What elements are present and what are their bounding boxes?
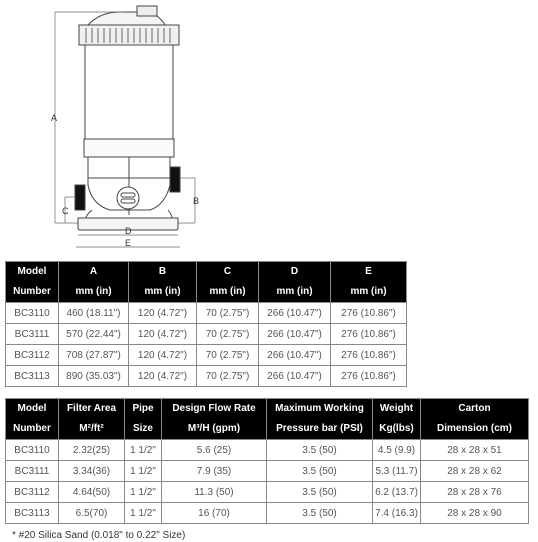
cell-model: BC3113 <box>5 365 59 387</box>
header-max-pressure: Maximum Working Pressure bar (PSI) <box>266 398 373 440</box>
cell-flow-rate: 16 (70) <box>161 502 267 524</box>
pressure-gauge-knob <box>136 5 158 17</box>
cell-c: 70 (2.75") <box>196 365 259 387</box>
table-row: BC3113 890 (35.03") 120 (4.72") 70 (2.75… <box>5 365 407 387</box>
header-filter-area: Filter Area M²/ft² <box>58 398 125 440</box>
cell-a: 890 (35.03") <box>58 365 129 387</box>
header-e: Emm (in) <box>330 261 407 303</box>
cell-max-pressure: 3.5 (50) <box>266 439 373 461</box>
table-row: BC3112 708 (27.87") 120 (4.72") 70 (2.75… <box>5 344 407 366</box>
tank-lower-band <box>83 138 175 158</box>
cell-b: 120 (4.72") <box>128 344 197 366</box>
cell-max-pressure: 3.5 (50) <box>266 460 373 482</box>
cell-max-pressure: 3.5 (50) <box>266 502 373 524</box>
cell-filter-area: 3.34(36) <box>58 460 125 482</box>
table-row: BC3110 460 (18.11") 120 (4.72") 70 (2.75… <box>5 302 407 324</box>
cell-e: 276 (10.86") <box>330 365 407 387</box>
table-row: BC3110 2.32(25) 1 1/2" 5.6 (25) 3.5 (50)… <box>5 439 529 461</box>
cell-model: BC3113 <box>5 502 59 524</box>
cell-flow-rate: 5.6 (25) <box>161 439 267 461</box>
cell-e: 276 (10.86") <box>330 302 407 324</box>
cell-flow-rate: 7.9 (35) <box>161 460 267 482</box>
cell-max-pressure: 3.5 (50) <box>266 481 373 503</box>
header-flow-rate: Design Flow Rate M³/H (gpm) <box>161 398 267 440</box>
dimension-label-b: B <box>193 196 199 206</box>
cell-model: BC3111 <box>5 323 59 345</box>
cell-weight: 5.3 (11.7) <box>372 460 421 482</box>
cell-flow-rate: 11.3 (50) <box>161 481 267 503</box>
inlet-port <box>74 184 86 211</box>
table-row: BC3111 3.34(36) 1 1/2" 7.9 (35) 3.5 (50)… <box>5 460 529 482</box>
cell-c: 70 (2.75") <box>196 323 259 345</box>
cell-b: 120 (4.72") <box>128 365 197 387</box>
cell-d: 266 (10.47") <box>258 302 331 324</box>
table-row: BC3111 570 (22.44") 120 (4.72") 70 (2.75… <box>5 323 407 345</box>
cell-model: BC3110 <box>5 302 59 324</box>
cell-e: 276 (10.86") <box>330 344 407 366</box>
cell-d: 266 (10.47") <box>258 344 331 366</box>
footnote: * #20 Silica Sand (0.018" to 0.22" Size) <box>12 530 186 541</box>
cell-weight: 7.4 (16.3) <box>372 502 421 524</box>
cell-a: 570 (22.44") <box>58 323 129 345</box>
cell-pipe-size: 1 1/2" <box>124 460 162 482</box>
filter-tank-body <box>84 44 174 148</box>
cell-model: BC3111 <box>5 460 59 482</box>
dimension-label-e: E <box>125 238 131 248</box>
header-c: Cmm (in) <box>196 261 259 303</box>
cell-pipe-size: 1 1/2" <box>124 502 162 524</box>
cell-weight: 6.2 (13.7) <box>372 481 421 503</box>
header-d: Dmm (in) <box>258 261 331 303</box>
dimension-label-a: A <box>51 113 57 123</box>
table-row: BC3112 4.64(50) 1 1/2" 11.3 (50) 3.5 (50… <box>5 481 529 503</box>
cell-pipe-size: 1 1/2" <box>124 439 162 461</box>
cell-a: 708 (27.87") <box>58 344 129 366</box>
header-carton: Carton Dimension (cm) <box>420 398 529 440</box>
cell-model: BC3110 <box>5 439 59 461</box>
cell-a: 460 (18.11") <box>58 302 129 324</box>
header-model: Model Number <box>5 261 59 303</box>
cell-model: BC3112 <box>5 481 59 503</box>
header-pipe-size: Pipe Size <box>124 398 162 440</box>
header-b: Bmm (in) <box>128 261 197 303</box>
cell-d: 266 (10.47") <box>258 365 331 387</box>
cell-filter-area: 2.32(25) <box>58 439 125 461</box>
cell-filter-area: 4.64(50) <box>58 481 125 503</box>
cell-carton: 28 x 28 x 62 <box>420 460 529 482</box>
header-weight: Weight Kg(lbs) <box>372 398 421 440</box>
cell-d: 266 (10.47") <box>258 323 331 345</box>
cell-carton: 28 x 28 x 90 <box>420 502 529 524</box>
cell-b: 120 (4.72") <box>128 323 197 345</box>
specifications-table: Model Number Filter Area M²/ft² Pipe Size D… <box>5 398 529 524</box>
dimension-label-d: D <box>125 226 132 236</box>
cell-model: BC3112 <box>5 344 59 366</box>
table-row: BC3113 6.5(70) 1 1/2" 16 (70) 3.5 (50) 7… <box>5 502 529 524</box>
cell-carton: 28 x 28 x 76 <box>420 481 529 503</box>
cell-e: 276 (10.86") <box>330 323 407 345</box>
header-model: Model Number <box>5 398 59 440</box>
cell-c: 70 (2.75") <box>196 302 259 324</box>
cell-b: 120 (4.72") <box>128 302 197 324</box>
cell-pipe-size: 1 1/2" <box>124 481 162 503</box>
cell-c: 70 (2.75") <box>196 344 259 366</box>
cell-weight: 4.5 (9.9) <box>372 439 421 461</box>
drain-valve <box>116 186 140 210</box>
dimensions-table: Model Number Amm (in) Bmm (in) Cmm (in) D… <box>5 261 407 387</box>
filter-technical-drawing: A C B D E <box>51 5 199 248</box>
header-a: Amm (in) <box>58 261 129 303</box>
dimension-label-c: C <box>62 206 69 216</box>
cell-carton: 28 x 28 x 51 <box>420 439 529 461</box>
specs-header-row: Model Number Filter Area M²/ft² Pipe Size D… <box>5 398 529 440</box>
dimensions-header-row: Model Number Amm (in) Bmm (in) Cmm (in) D… <box>5 261 407 303</box>
outlet-port <box>169 166 181 193</box>
cell-filter-area: 6.5(70) <box>58 502 125 524</box>
